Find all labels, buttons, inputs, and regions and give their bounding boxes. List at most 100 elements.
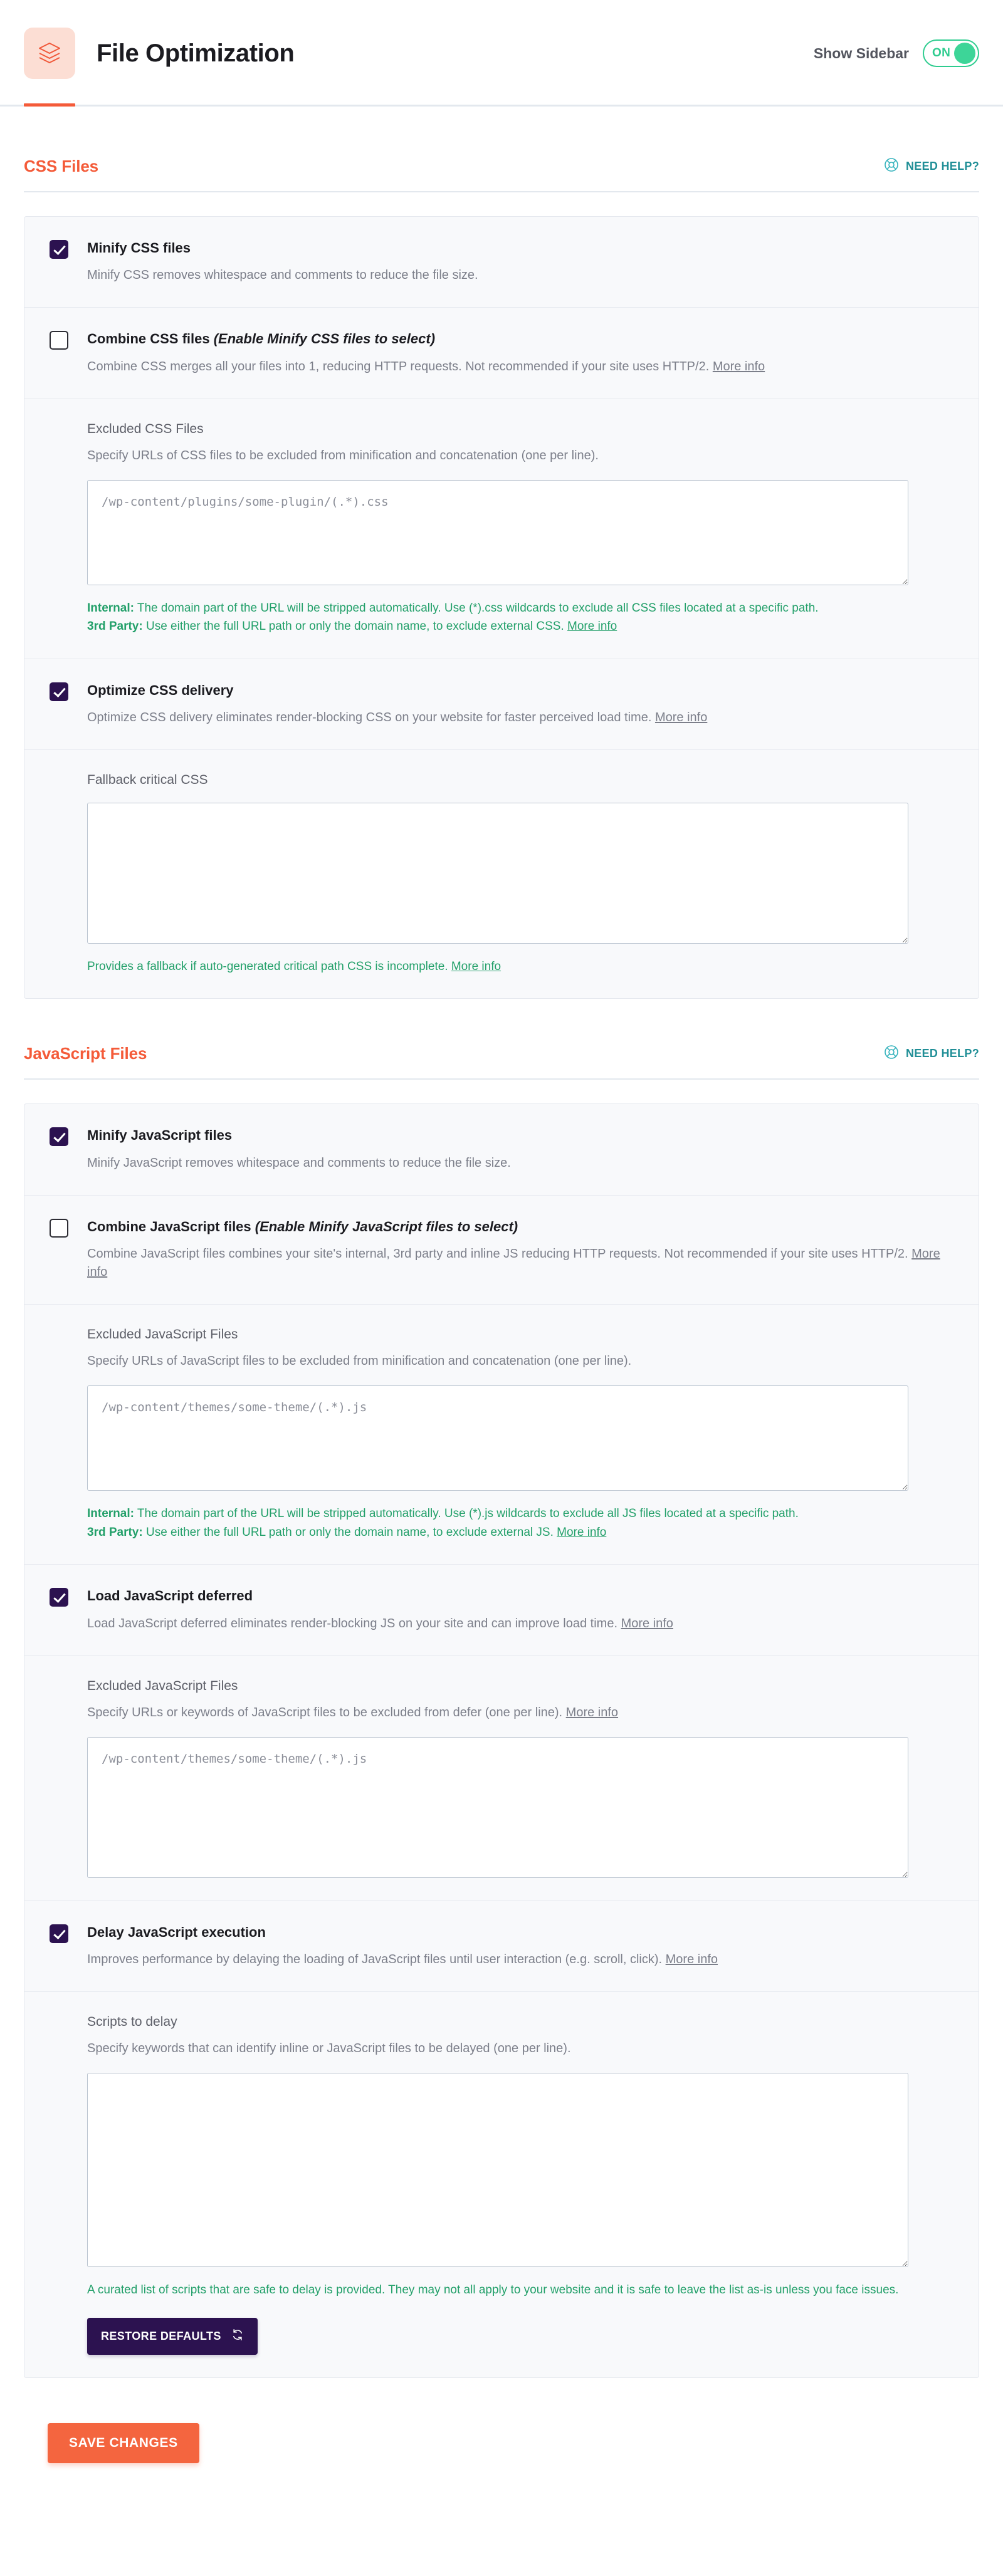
checkbox-load-javascript-deferred[interactable] <box>50 1588 68 1607</box>
settings-content: CSS Files NEED HELP? Minify CSS files Mi… <box>0 157 1003 2576</box>
desc-minify-javascript: Minify JavaScript removes whitespace and… <box>87 1155 511 1170</box>
row-minify-javascript: Minify JavaScript files Minify JavaScrip… <box>24 1104 979 1196</box>
row-delay-javascript-execution: Delay JavaScript execution Improves perf… <box>24 1901 979 1992</box>
desc-excluded-javascript-defer: Specify URLs or keywords of JavaScript f… <box>87 1704 953 1722</box>
checkbox-delay-javascript-execution[interactable] <box>50 1924 68 1943</box>
label-combine-css: Combine CSS files (Enable Minify CSS fil… <box>87 331 765 347</box>
hint-thirdparty-text-js: Use either the full URL path or only the… <box>142 1525 557 1539</box>
more-info-link-fallback-css[interactable]: More info <box>451 960 501 973</box>
hint-fallback-text: Provides a fallback if auto-generated cr… <box>87 960 451 974</box>
lifebuoy-icon <box>884 157 899 175</box>
more-info-link-optimize-css[interactable]: More info <box>655 711 707 724</box>
desc-defer-text: Load JavaScript deferred eliminates rend… <box>87 1616 621 1630</box>
need-help-label: NEED HELP? <box>905 1047 979 1060</box>
section-title-javascript: JavaScript Files <box>24 1044 147 1063</box>
more-info-link-excluded-css[interactable]: More info <box>567 620 617 633</box>
checkbox-minify-css[interactable] <box>50 240 68 259</box>
need-help-css-button[interactable]: NEED HELP? <box>884 157 979 175</box>
more-info-link-combine-css[interactable]: More info <box>713 360 765 373</box>
toggle-state-text: ON <box>932 46 951 60</box>
desc-combine-css-text: Combine CSS merges all your files into 1… <box>87 359 713 373</box>
label-excluded-css: Excluded CSS Files <box>87 421 204 436</box>
label-combine-css-note: (Enable Minify CSS files to select) <box>213 331 436 347</box>
label-combine-js-main: Combine JavaScript files <box>87 1218 255 1234</box>
row-minify-css: Minify CSS files Minify CSS removes whit… <box>24 217 979 308</box>
row-optimize-css-delivery: Optimize CSS delivery Optimize CSS deliv… <box>24 659 979 751</box>
page-header: File Optimization Show Sidebar ON <box>0 0 1003 107</box>
label-combine-javascript: Combine JavaScript files (Enable Minify … <box>87 1219 953 1235</box>
hint-fallback-critical-css: Provides a fallback if auto-generated cr… <box>87 957 921 976</box>
excluded-css-textarea[interactable] <box>87 479 908 585</box>
row-excluded-javascript-defer: Excluded JavaScript Files Specify URLs o… <box>24 1656 979 1901</box>
need-help-javascript-button[interactable]: NEED HELP? <box>884 1045 979 1063</box>
desc-combine-js-text: Combine JavaScript files combines your s… <box>87 1247 912 1261</box>
refresh-icon <box>231 2328 244 2344</box>
excluded-javascript-defer-textarea[interactable] <box>87 1736 908 1878</box>
save-changes-button[interactable]: SAVE CHANGES <box>48 2423 199 2464</box>
desc-combine-javascript: Combine JavaScript files combines your s… <box>87 1245 953 1281</box>
checkbox-minify-javascript[interactable] <box>50 1127 68 1147</box>
hint-thirdparty-label-css: 3rd Party: <box>87 620 143 634</box>
lifebuoy-icon <box>884 1045 899 1063</box>
more-info-link-excluded-js[interactable]: More info <box>557 1526 606 1539</box>
hint-thirdparty-text-css: Use either the full URL path or only the… <box>142 620 568 634</box>
more-info-link-excluded-defer[interactable]: More info <box>566 1706 618 1719</box>
desc-excluded-defer-text: Specify URLs or keywords of JavaScript f… <box>87 1705 566 1719</box>
scripts-to-delay-textarea[interactable] <box>87 2072 908 2267</box>
tab-active-indicator <box>24 103 75 107</box>
label-minify-javascript: Minify JavaScript files <box>87 1127 233 1144</box>
label-minify-css: Minify CSS files <box>87 240 191 256</box>
desc-combine-css: Combine CSS merges all your files into 1… <box>87 358 765 376</box>
desc-excluded-css: Specify URLs of CSS files to be excluded… <box>87 448 599 462</box>
label-fallback-critical-css: Fallback critical CSS <box>87 773 208 788</box>
desc-delay-text: Improves performance by delaying the loa… <box>87 1952 666 1966</box>
row-load-javascript-deferred: Load JavaScript deferred Load JavaScript… <box>24 1565 979 1656</box>
label-scripts-to-delay: Scripts to delay <box>87 2014 177 2029</box>
show-sidebar-label: Show Sidebar <box>813 44 909 61</box>
page-title: File Optimization <box>97 39 295 67</box>
hint-internal-label-css: Internal: <box>87 601 134 615</box>
desc-load-javascript-deferred: Load JavaScript deferred eliminates rend… <box>87 1615 673 1633</box>
desc-delay-javascript-execution: Improves performance by delaying the loa… <box>87 1951 718 1969</box>
hint-excluded-javascript-minify: Internal: The domain part of the URL wil… <box>87 1504 921 1541</box>
tab-underline <box>0 105 1003 107</box>
hint-thirdparty-label-js: 3rd Party: <box>87 1525 143 1539</box>
label-excluded-javascript-minify: Excluded JavaScript Files <box>87 1327 238 1342</box>
footer-spacer <box>24 2463 979 2576</box>
hint-scripts-to-delay: A curated list of scripts that are safe … <box>87 2283 899 2297</box>
more-info-link-delay[interactable]: More info <box>666 1953 718 1966</box>
toggle-knob <box>954 43 975 64</box>
label-optimize-css-delivery: Optimize CSS delivery <box>87 682 234 698</box>
section-header-javascript: JavaScript Files NEED HELP? <box>24 1044 979 1080</box>
label-combine-js-note: (Enable Minify JavaScript files to selec… <box>255 1218 518 1234</box>
restore-defaults-button[interactable]: RESTORE DEFAULTS <box>87 2318 258 2355</box>
section-css-files: CSS Files NEED HELP? Minify CSS files Mi… <box>24 157 979 999</box>
panel-javascript: Minify JavaScript files Minify JavaScrip… <box>24 1103 979 2379</box>
label-excluded-javascript-defer: Excluded JavaScript Files <box>87 1678 238 1693</box>
label-combine-css-main: Combine CSS files <box>87 331 214 347</box>
layers-icon <box>24 28 75 79</box>
show-sidebar-toggle[interactable]: ON <box>923 39 979 67</box>
restore-defaults-label: RESTORE DEFAULTS <box>101 2330 221 2343</box>
header-right: Show Sidebar ON <box>814 39 979 67</box>
checkbox-combine-css[interactable] <box>50 331 68 350</box>
row-combine-css: Combine CSS files (Enable Minify CSS fil… <box>24 308 979 399</box>
checkbox-combine-javascript[interactable] <box>50 1218 68 1238</box>
section-javascript-files: JavaScript Files NEED HELP? Minify JavaS… <box>24 1044 979 2379</box>
desc-optimize-css-text: Optimize CSS delivery eliminates render-… <box>87 711 655 725</box>
more-info-link-defer[interactable]: More info <box>621 1617 673 1630</box>
fallback-critical-css-textarea[interactable] <box>87 803 908 944</box>
excluded-javascript-minify-textarea[interactable] <box>87 1385 908 1491</box>
row-fallback-critical-css: Fallback critical CSS Provides a fallbac… <box>24 750 979 998</box>
hint-internal-text-js: The domain part of the URL will be strip… <box>134 1507 799 1521</box>
row-excluded-javascript-minify: Excluded JavaScript Files Specify URLs o… <box>24 1305 979 1565</box>
section-title-css: CSS Files <box>24 157 99 175</box>
row-scripts-to-delay: Scripts to delay Specify keywords that c… <box>24 1992 979 2377</box>
checkbox-optimize-css-delivery[interactable] <box>50 682 68 701</box>
label-load-javascript-deferred: Load JavaScript deferred <box>87 1588 253 1604</box>
desc-minify-css: Minify CSS removes whitespace and commen… <box>87 268 478 283</box>
hint-excluded-css: Internal: The domain part of the URL wil… <box>87 599 921 636</box>
panel-css: Minify CSS files Minify CSS removes whit… <box>24 216 979 999</box>
need-help-label: NEED HELP? <box>905 160 979 172</box>
desc-scripts-to-delay: Specify keywords that can identify inlin… <box>87 2041 571 2055</box>
